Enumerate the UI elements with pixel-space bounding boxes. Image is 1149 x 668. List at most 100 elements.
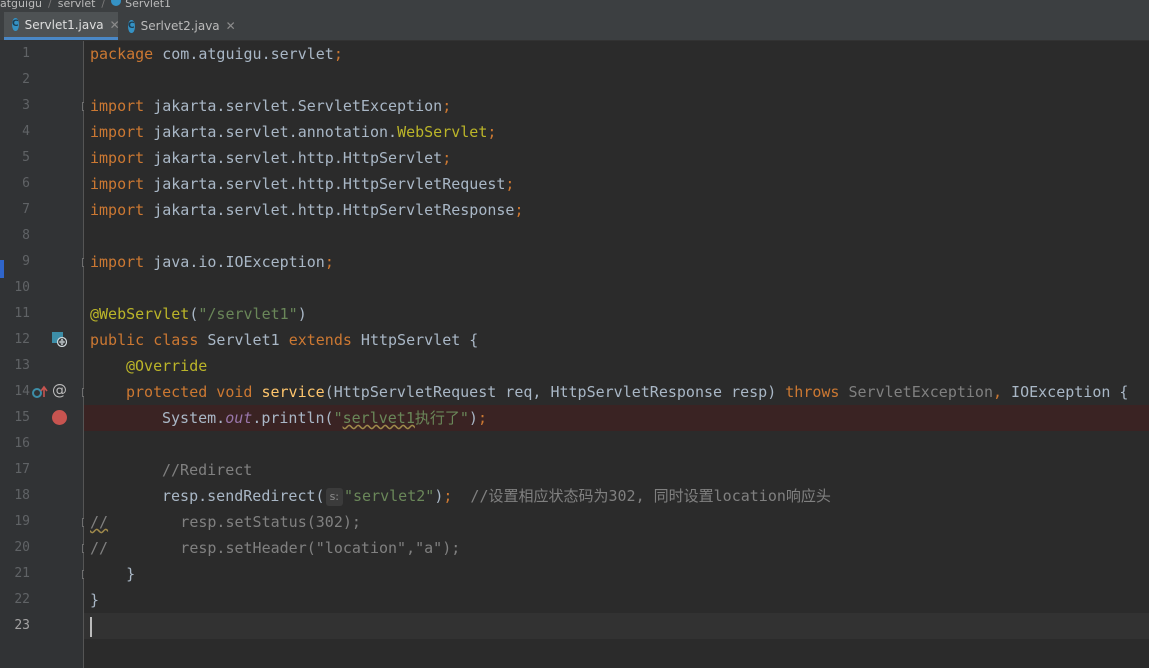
code-editor[interactable]: package com.atguigu.servlet; import jaka… bbox=[84, 41, 1149, 668]
keyword: import bbox=[90, 253, 145, 271]
keyword: import bbox=[90, 175, 145, 193]
line-number: 19 bbox=[14, 514, 30, 529]
semicolon: ; bbox=[514, 201, 524, 219]
breadcrumb-item-project[interactable]: atguigu bbox=[0, 0, 42, 9]
code-text: (HttpServletRequest req, HttpServletResp… bbox=[324, 383, 786, 401]
typo-warning-text: serlvet1 bbox=[342, 409, 415, 427]
tab-label: Serlvet2.java bbox=[140, 19, 220, 33]
editor-tab-bar: C Servlet1.java ✕ C Serlvet2.java ✕ bbox=[0, 12, 1149, 41]
code-text: jakarta.servlet.ServletException bbox=[144, 97, 443, 115]
code-line-1: package com.atguigu.servlet; bbox=[90, 41, 343, 67]
web-servlet-icon[interactable] bbox=[51, 331, 67, 347]
code-text: .println( bbox=[252, 409, 334, 427]
breadcrumb-item-package[interactable]: servlet bbox=[58, 0, 96, 9]
parameter-hint: s: bbox=[325, 487, 343, 506]
line-number: 16 bbox=[14, 436, 30, 451]
code-text: jakarta.servlet.http.HttpServletRequest bbox=[144, 175, 506, 193]
code-line-5: import jakarta.servlet.http.HttpServlet; bbox=[90, 145, 451, 171]
code-text: jakarta.servlet.http.HttpServlet bbox=[144, 149, 443, 167]
code-line-7: import jakarta.servlet.http.HttpServletR… bbox=[90, 197, 523, 223]
code-text: HttpServlet { bbox=[351, 331, 479, 349]
code-line-14: protected void service(HttpServletReques… bbox=[126, 379, 1128, 405]
keyword: extends bbox=[288, 331, 352, 349]
code-line-6: import jakarta.servlet.http.HttpServletR… bbox=[90, 171, 514, 197]
code-text: java.io.IOException bbox=[144, 253, 325, 271]
java-class-icon: C bbox=[128, 19, 135, 33]
comment-marker: // bbox=[90, 539, 109, 557]
line-number: 20 bbox=[14, 540, 30, 555]
line-number: 7 bbox=[22, 202, 30, 217]
code-line-15: System.out.println("serlvet1执行了"); bbox=[162, 405, 487, 431]
line-number: 11 bbox=[14, 306, 30, 321]
comment-marker: // bbox=[90, 513, 109, 531]
semicolon: ; bbox=[442, 97, 452, 115]
close-icon[interactable]: ✕ bbox=[110, 18, 120, 32]
code-line-20: // resp.setHeader("location","a"); bbox=[90, 535, 460, 561]
tab-serlvet2[interactable]: C Serlvet2.java ✕ bbox=[120, 12, 236, 40]
keyword: import bbox=[90, 97, 145, 115]
code-text: resp.sendRedirect( bbox=[162, 487, 325, 505]
code-line-21: } bbox=[90, 561, 135, 587]
code-text: IOException { bbox=[1002, 383, 1129, 401]
code-text: jakarta.servlet.http.HttpServletResponse bbox=[144, 201, 515, 219]
line-number: 10 bbox=[14, 280, 30, 295]
breadcrumb: atguigu / servlet / Servlet1 bbox=[0, 0, 1149, 12]
line-number: 22 bbox=[14, 592, 30, 607]
override-up-arrow-icon[interactable] bbox=[32, 385, 48, 399]
code-line-22: } bbox=[90, 587, 99, 613]
code-text: } bbox=[90, 565, 136, 583]
semicolon: ; bbox=[324, 253, 334, 271]
code-text: ) bbox=[297, 305, 307, 323]
breakpoint-icon[interactable] bbox=[52, 410, 67, 425]
code-text: jakarta.servlet.annotation. bbox=[144, 123, 398, 141]
line-number: 5 bbox=[22, 150, 30, 165]
comment: resp.setHeader("location","a"); bbox=[108, 539, 461, 557]
comma: , bbox=[992, 383, 1003, 401]
code-text: System. bbox=[162, 409, 226, 427]
line-number: 13 bbox=[14, 358, 30, 373]
line-number: 8 bbox=[22, 228, 30, 243]
line-number: 18 bbox=[14, 488, 30, 503]
keyword: import bbox=[90, 123, 145, 141]
close-icon[interactable]: ✕ bbox=[226, 19, 236, 33]
current-line-highlight bbox=[84, 613, 1149, 639]
method-name: service bbox=[252, 383, 325, 401]
comment: //Redirect bbox=[162, 461, 253, 479]
annotation-at-icon[interactable]: @ bbox=[52, 383, 67, 398]
line-number: 4 bbox=[22, 124, 30, 139]
code-text: ) bbox=[468, 409, 478, 427]
keyword: void bbox=[207, 383, 253, 401]
string-literal: " bbox=[333, 409, 343, 427]
code-text: ) bbox=[434, 487, 444, 505]
annotation: @Override bbox=[126, 357, 208, 375]
semicolon: ; bbox=[505, 175, 515, 193]
line-number: 2 bbox=[22, 72, 30, 87]
string-literal: "/servlet1" bbox=[198, 305, 298, 323]
annotation: @WebServlet bbox=[90, 305, 190, 323]
semicolon: ; bbox=[333, 45, 343, 63]
breadcrumb-item-class[interactable]: Servlet1 bbox=[125, 0, 171, 9]
keyword: throws bbox=[785, 383, 840, 401]
tab-label: Servlet1.java bbox=[24, 17, 104, 32]
class-name: Servlet1 bbox=[198, 331, 289, 349]
java-class-icon: C bbox=[12, 18, 19, 31]
line-number: 12 bbox=[14, 332, 30, 347]
tab-servlet1[interactable]: C Servlet1.java ✕ bbox=[4, 12, 120, 40]
string-literal: 执行了" bbox=[414, 409, 469, 427]
code-line-13: @Override bbox=[126, 353, 207, 379]
line-number: 9 bbox=[22, 254, 30, 269]
comment: //设置相应状态码为302, 同时设置location响应头 bbox=[452, 487, 831, 505]
java-class-icon bbox=[111, 0, 122, 6]
code-line-11: @WebServlet("/servlet1") bbox=[90, 301, 307, 327]
keyword: public bbox=[90, 331, 145, 349]
semicolon: ; bbox=[442, 149, 452, 167]
breadcrumb-separator: / bbox=[48, 0, 52, 10]
editor-gutter[interactable]: 1 2 3 4 5 6 7 8 9 10 11 12 13 14 15 16 1… bbox=[4, 41, 91, 668]
code-line-18: resp.sendRedirect(s: "servlet2"); //设置相应状… bbox=[162, 483, 831, 509]
exception-name: ServletException bbox=[839, 383, 993, 401]
text-caret bbox=[90, 617, 92, 637]
code-line-3: import jakarta.servlet.ServletException; bbox=[90, 93, 451, 119]
code-text: } bbox=[90, 591, 100, 609]
line-number: 17 bbox=[14, 462, 30, 477]
code-line-9: import java.io.IOException; bbox=[90, 249, 334, 275]
